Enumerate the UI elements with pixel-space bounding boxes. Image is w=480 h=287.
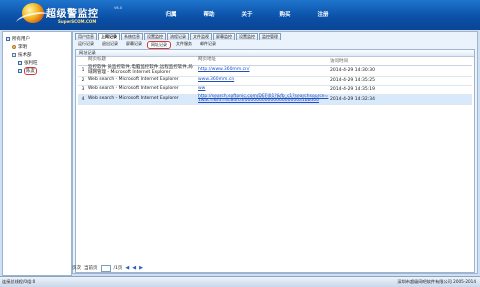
subtab-file-service[interactable]: 文件服务 [173, 41, 195, 47]
row-time: 2014-4-29 14:32:34 [330, 96, 375, 102]
row-index: 1 [81, 68, 85, 74]
tab-monitor-manage[interactable]: 监控管理 [259, 33, 281, 40]
tree-label-selected: 陈友 [24, 66, 37, 75]
topnav-register[interactable]: 注册 [304, 10, 342, 18]
url-records-table: 网页标题 网页地址 访问时间 1 监控软件 员监控软件,电脑监控软件,远程监控软… [78, 57, 472, 106]
row-time: 2014-4-29 14:35:25 [330, 78, 375, 84]
tree-item-tech-dept[interactable]: 技术部 [12, 51, 32, 58]
tree-item-liming[interactable]: 李明 [12, 43, 27, 50]
topnav-home[interactable]: 归属 [152, 10, 190, 18]
row-index: 4 [81, 96, 85, 102]
main-panel: 用户信息 上网记录 系统信息 设置监控 流程记录 文件监视 屏幕监控 设置监控 … [72, 31, 478, 274]
app-version: V6.0 [114, 6, 122, 10]
status-bar: 连接总线程/0组:0 深圳市超级网吧软件有限公司 2005-2014 [0, 276, 480, 287]
prev-page-icon[interactable]: ◀ [132, 265, 136, 271]
tab-file-watch[interactable]: 文件监视 [190, 33, 212, 40]
user-tree: 所有用户 李明 技术部 张利旺 陈友 [2, 31, 72, 276]
tree-label: 张利旺 [24, 60, 38, 66]
tab-system-info[interactable]: 系统信息 [121, 33, 143, 40]
next-page-icon[interactable]: ▶ [139, 265, 143, 271]
pagination-bar: 页次 当前页 /1页 ◀ ◀ ▶ [72, 263, 146, 273]
tab-monitor-settings[interactable]: 设置监控 [144, 33, 166, 40]
secondary-tabs: 运行记录 退出记录 屏幕记录 网址记录 文件服务 邮件记录 [75, 41, 221, 49]
app-subtitle: SuperSCOM.COM [58, 19, 97, 24]
row-title: Web search - Microsoft Internet Explorer [88, 95, 179, 101]
row-url[interactable]: http://www.360mm.cn/ [198, 68, 330, 73]
subtab-exit-records[interactable]: 退出记录 [99, 41, 121, 47]
header-title[interactable]: 网页标题 [88, 57, 198, 65]
app-header: 超级警监控 V6.0 SuperSCOM.COM 归属 帮助 关于 购买 注册 [0, 0, 480, 30]
header-url[interactable]: 网页地址 [198, 57, 330, 65]
tree-item-chen[interactable]: 陈友 [18, 66, 37, 75]
row-title: 监控软件 员监控软件,电脑监控软件,远程监控软件,局域网管理 - Microso… [88, 65, 193, 75]
tree-label: 李明 [18, 44, 27, 50]
topnav-buy[interactable]: 购买 [266, 10, 304, 18]
tab-monitor-settings-2[interactable]: 设置监控 [236, 33, 258, 40]
records-panel: 网址记录 网页标题 网页地址 访问时间 1 监控软件 员监控软件,电脑监控软件,… [75, 49, 475, 273]
page-label: 页次 [72, 266, 81, 271]
row-url[interactable]: ww [198, 86, 330, 92]
tree-label: 所有用户 [12, 36, 30, 42]
row-time: 2014-4-29 14:35:19 [330, 87, 375, 93]
tab-process-records[interactable]: 流程记录 [167, 33, 189, 40]
subtab-screen-records[interactable]: 屏幕记录 [123, 41, 145, 47]
row-title: Web search - Microsoft Internet Explorer [88, 77, 179, 83]
row-index: 2 [81, 78, 85, 84]
group-icon [6, 36, 10, 41]
app-brand: 超级警监控 [46, 9, 99, 20]
current-page-label: 当前页 [84, 266, 98, 271]
page-input[interactable] [100, 264, 111, 272]
computer-icon [18, 68, 22, 73]
first-page-icon[interactable]: ◀ [125, 265, 129, 271]
subtab-mail-records[interactable]: 邮件记录 [197, 41, 219, 47]
topnav-help[interactable]: 帮助 [190, 10, 228, 18]
table-row[interactable]: 2 Web search - Microsoft Internet Explor… [78, 77, 472, 86]
user-icon [12, 44, 16, 49]
panel-title: 网址记录 [76, 50, 474, 57]
total-pages-label: /1页 [113, 266, 123, 271]
top-nav: 归属 帮助 关于 购买 注册 [152, 10, 342, 18]
primary-tabs: 用户信息 上网记录 系统信息 设置监控 流程记录 文件监视 屏幕监控 设置监控 … [75, 33, 282, 40]
tree-label: 技术部 [18, 52, 32, 58]
topnav-about[interactable]: 关于 [228, 10, 266, 18]
table-row[interactable]: 1 监控软件 员监控软件,电脑监控软件,远程监控软件,局域网管理 - Micro… [78, 65, 472, 77]
tab-web-records[interactable]: 上网记录 [98, 33, 120, 40]
header-time[interactable]: 访问时间 [330, 58, 410, 65]
row-index: 3 [81, 87, 85, 93]
subtab-run-records[interactable]: 运行记录 [75, 41, 97, 47]
tree-item-all-users[interactable]: 所有用户 [6, 35, 30, 42]
computer-icon [18, 60, 22, 65]
row-time: 2014-4-29 14:30:30 [330, 68, 375, 74]
row-url[interactable]: http://search.softonic.com/DEFI01?&fb_c1… [198, 94, 330, 105]
tab-user-info[interactable]: 用户信息 [75, 33, 97, 40]
tab-screen-monitor[interactable]: 屏幕监控 [213, 33, 235, 40]
header-index [78, 58, 88, 65]
folder-icon [12, 52, 16, 57]
subtab-url-records[interactable]: 网址记录 [147, 41, 171, 49]
table-row-selected[interactable]: 4 Web search - Microsoft Internet Explor… [78, 94, 472, 106]
row-title: Web search - Microsoft Internet Explorer [88, 86, 179, 92]
row-url[interactable]: www.360mm.cn [198, 77, 330, 83]
tree-item-zhang[interactable]: 张利旺 [18, 59, 38, 66]
